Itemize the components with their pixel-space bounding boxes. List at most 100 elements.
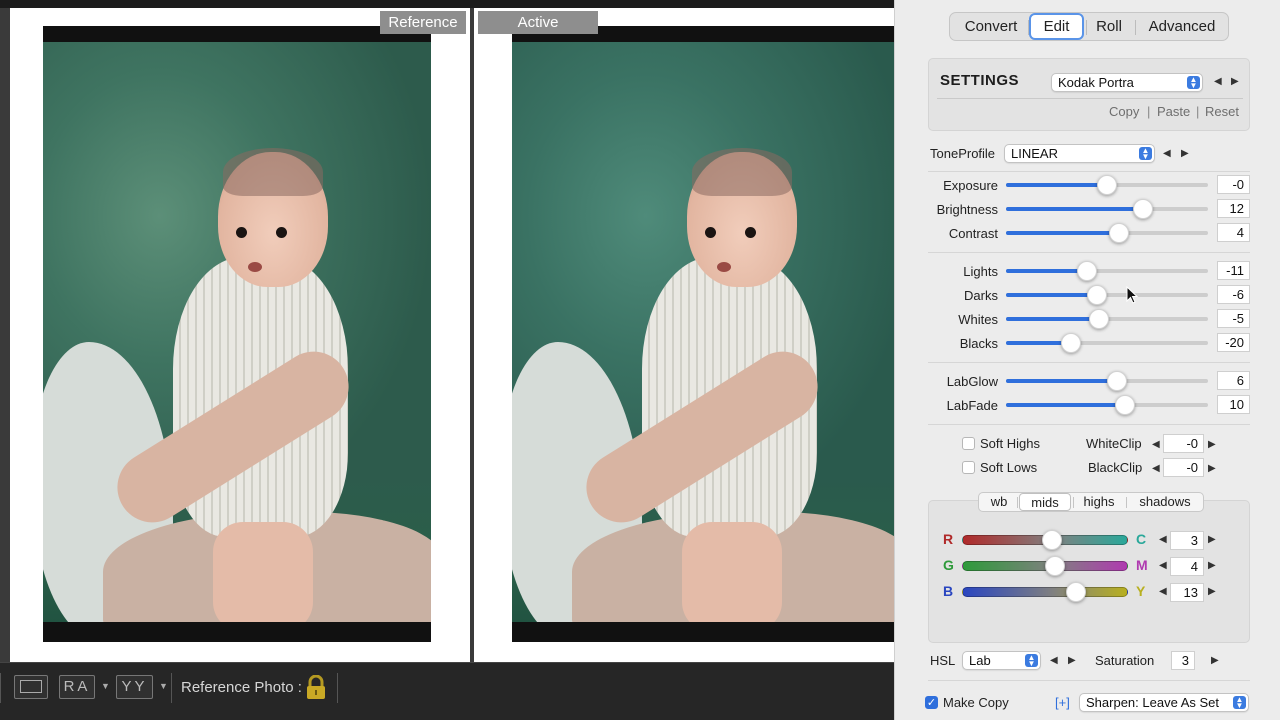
slider-knob[interactable] <box>1097 175 1117 195</box>
slider-knob[interactable] <box>1086 285 1107 305</box>
decrease-icon[interactable]: ◀ <box>1159 560 1167 571</box>
black-clip-decrease-icon[interactable]: ◀ <box>1152 463 1160 474</box>
tab-roll[interactable]: Roll <box>1090 15 1128 39</box>
black-clip-increase-icon[interactable]: ▶ <box>1208 463 1216 474</box>
increase-icon[interactable]: ▶ <box>1208 586 1216 597</box>
slider-knob[interactable] <box>1109 223 1130 243</box>
slider-label: Lights <box>963 264 998 279</box>
slider-value-field[interactable]: -11 <box>1217 261 1250 280</box>
tab-edit[interactable]: Edit <box>1029 13 1084 40</box>
tab-mids[interactable]: mids <box>1019 493 1071 511</box>
white-clip-decrease-icon[interactable]: ◀ <box>1152 439 1160 450</box>
active-label: Active <box>478 11 598 34</box>
tab-shadows[interactable]: shadows <box>1129 493 1201 511</box>
color-slider-rc[interactable] <box>962 530 1128 550</box>
slider-labglow[interactable] <box>1006 371 1208 391</box>
decrease-icon[interactable]: ◀ <box>1159 534 1167 545</box>
hsl-label: HSL <box>930 653 956 668</box>
slider-value-field[interactable]: -6 <box>1217 285 1250 304</box>
yy-button[interactable]: YY <box>116 675 153 699</box>
tab-advanced[interactable]: Advanced <box>1140 15 1224 39</box>
preset-select[interactable]: Kodak Portra ▲ ▼ <box>1051 73 1203 92</box>
saturation-increase-icon[interactable]: ▶ <box>1211 655 1219 666</box>
chevron-down-icon[interactable]: ▼ <box>101 681 110 691</box>
slider-brightness[interactable] <box>1006 199 1208 219</box>
color-value-field[interactable]: 3 <box>1170 531 1204 550</box>
preset-value: Kodak Portra <box>1058 75 1134 90</box>
color-slider-by[interactable] <box>962 582 1128 602</box>
color-tabs: wb mids highs shadows <box>978 492 1204 512</box>
black-clip-field[interactable]: -0 <box>1163 458 1204 477</box>
settings-title: SETTINGS <box>940 72 1020 89</box>
reference-photo[interactable] <box>43 26 431 642</box>
slider-value-field[interactable]: -0 <box>1217 175 1250 194</box>
increase-icon[interactable]: ▶ <box>1208 560 1216 571</box>
sharpen-select[interactable]: Sharpen: Leave As Set ▲ ▼ <box>1079 693 1249 712</box>
slider-value-field[interactable]: 12 <box>1217 199 1250 218</box>
color-value-field[interactable]: 4 <box>1170 557 1204 576</box>
prev-preset-icon[interactable]: ◀ <box>1214 76 1222 87</box>
slider-knob[interactable] <box>1088 309 1109 329</box>
make-copy-label: Make Copy <box>943 695 1009 710</box>
slider-contrast[interactable] <box>1006 223 1208 243</box>
slider-value-field[interactable]: -20 <box>1217 333 1250 352</box>
color-slider-knob[interactable] <box>1066 582 1087 602</box>
copy-link[interactable]: Copy <box>1109 104 1139 119</box>
lock-icon[interactable] <box>305 675 327 701</box>
slider-knob[interactable] <box>1107 371 1128 391</box>
slider-value-field[interactable]: -5 <box>1217 309 1250 328</box>
stepper-icon: ▲ ▼ <box>1187 76 1200 90</box>
reset-link[interactable]: Reset <box>1205 104 1239 119</box>
slider-label: LabFade <box>946 398 998 413</box>
slider-darks[interactable] <box>1006 285 1208 305</box>
slider-knob[interactable] <box>1076 261 1097 281</box>
white-clip-label: WhiteClip <box>1086 436 1142 451</box>
white-clip-increase-icon[interactable]: ▶ <box>1208 439 1216 450</box>
slider-exposure[interactable] <box>1006 175 1208 195</box>
next-hsl-icon[interactable]: ▶ <box>1068 655 1076 666</box>
soft-lows-checkbox[interactable] <box>962 461 975 474</box>
color-slider-knob[interactable] <box>1044 556 1065 576</box>
active-photo[interactable] <box>512 26 894 642</box>
stepper-icon: ▲ ▼ <box>1025 654 1038 668</box>
slider-knob[interactable] <box>1115 395 1136 415</box>
slider-value-field[interactable]: 4 <box>1217 223 1250 242</box>
color-slider-gm[interactable] <box>962 556 1128 576</box>
tab-highs[interactable]: highs <box>1076 493 1122 511</box>
slider-knob[interactable] <box>1133 199 1154 219</box>
color-right-label: Y <box>1136 583 1146 599</box>
tab-convert[interactable]: Convert <box>956 15 1026 39</box>
increase-icon[interactable]: ▶ <box>1208 534 1216 545</box>
slider-knob[interactable] <box>1060 333 1081 353</box>
slider-labfade[interactable] <box>1006 395 1208 415</box>
chevron-down-icon[interactable]: ▼ <box>159 681 168 691</box>
soft-lows-label: Soft Lows <box>980 460 1038 475</box>
decrease-icon[interactable]: ◀ <box>1159 586 1167 597</box>
stepper-icon: ▲ ▼ <box>1233 696 1246 710</box>
white-clip-field[interactable]: -0 <box>1163 434 1204 453</box>
tone-profile-select[interactable]: LINEAR ▲ ▼ <box>1004 144 1155 163</box>
color-slider-knob[interactable] <box>1041 530 1062 550</box>
saturation-field[interactable]: 3 <box>1171 651 1195 670</box>
slider-whites[interactable] <box>1006 309 1208 329</box>
tab-wb[interactable]: wb <box>983 493 1015 511</box>
make-copy-checkbox[interactable]: ✓ <box>925 696 938 709</box>
next-tone-icon[interactable]: ▶ <box>1181 148 1189 159</box>
paste-link[interactable]: Paste <box>1157 104 1190 119</box>
single-view-button[interactable] <box>14 675 48 699</box>
prev-hsl-icon[interactable]: ◀ <box>1050 655 1058 666</box>
slider-lights[interactable] <box>1006 261 1208 281</box>
soft-highs-checkbox[interactable] <box>962 437 975 450</box>
slider-value-field[interactable]: 10 <box>1217 395 1250 414</box>
next-preset-icon[interactable]: ▶ <box>1231 76 1239 87</box>
ra-button[interactable]: RA <box>59 675 95 699</box>
slider-value-field[interactable]: 6 <box>1217 371 1250 390</box>
slider-label: Darks <box>964 288 998 303</box>
compare-toolbar: RA ▼ YY ▼ Reference Photo : <box>0 662 894 720</box>
slider-blacks[interactable] <box>1006 333 1208 353</box>
color-value-field[interactable]: 13 <box>1170 583 1204 602</box>
add-button[interactable]: [+] <box>1055 695 1070 710</box>
prev-tone-icon[interactable]: ◀ <box>1163 148 1171 159</box>
reference-label: Reference <box>380 11 466 34</box>
hsl-mode-select[interactable]: Lab ▲ ▼ <box>962 651 1041 670</box>
